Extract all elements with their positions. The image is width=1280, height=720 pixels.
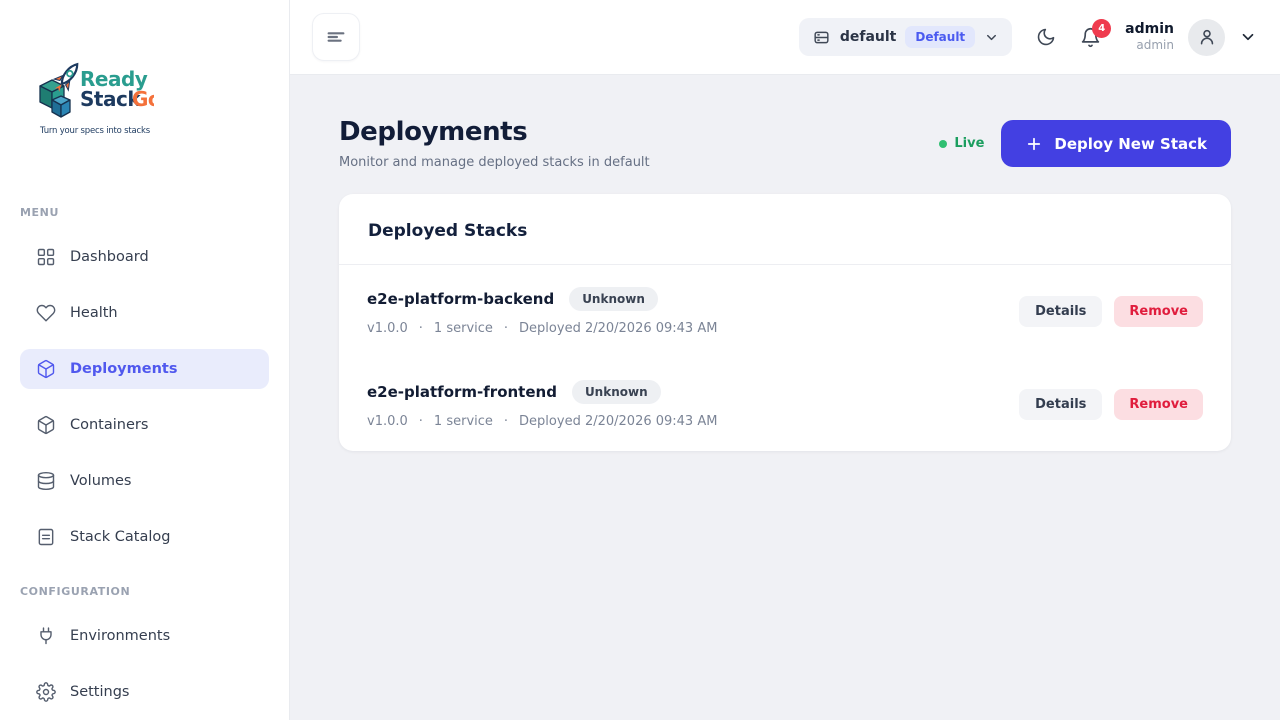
stack-services: 1 service [434,414,493,429]
stack-version: v1.0.0 [367,414,408,429]
meta-separator: · [419,414,423,429]
remove-button[interactable]: Remove [1114,389,1203,420]
details-button[interactable]: Details [1019,296,1102,327]
heart-icon [36,303,56,323]
cube-icon [36,359,56,379]
sidebar-section-menu: MENU [20,206,269,219]
stack-version: v1.0.0 [367,321,408,336]
stack-deployed-time: Deployed 2/20/2026 09:43 AM [519,414,717,429]
sidebar-item-label: Containers [70,417,148,433]
environment-selector[interactable]: default Default [799,18,1012,56]
stack-info: e2e-platform-frontend Unknown v1.0.0 · 1… [367,380,717,429]
grid-icon [36,247,56,267]
stack-status-badge: Unknown [569,287,658,311]
stack-meta: v1.0.0 · 1 service · Deployed 2/20/2026 … [367,321,717,336]
sidebar-item-stack-catalog[interactable]: Stack Catalog [20,517,269,557]
sidebar-item-label: Settings [70,684,129,700]
deploy-button-label: Deploy New Stack [1054,135,1207,153]
header-actions: Live Deploy New Stack [939,120,1231,167]
stack-actions: Details Remove [1019,389,1203,420]
user-name: admin [1125,21,1174,38]
sidebar-item-health[interactable]: Health [20,293,269,333]
topbar: default Default 4 admi [290,0,1280,75]
brand-word-go: Go [132,87,154,111]
page-header-text: Deployments Monitor and manage deployed … [339,117,650,170]
page-subtitle: Monitor and manage deployed stacks in de… [339,155,650,170]
stack-row: e2e-platform-backend Unknown v1.0.0 · 1 … [339,265,1231,358]
stack-row: e2e-platform-frontend Unknown v1.0.0 · 1… [339,358,1231,451]
stack-name: e2e-platform-frontend [367,383,557,401]
notification-count-badge: 4 [1092,19,1111,38]
notifications-button[interactable]: 4 [1080,27,1101,48]
sidebar-toggle-button[interactable] [312,13,360,61]
cube-icon [36,415,56,435]
server-icon [812,28,831,47]
main-area: default Default 4 admi [290,0,1280,720]
meta-separator: · [504,321,508,336]
sidebar-item-containers[interactable]: Containers [20,405,269,445]
meta-separator: · [419,321,423,336]
user-menu[interactable]: admin admin [1125,19,1257,56]
sidebar: Ready Stack Go Turn your specs into stac… [0,0,290,720]
environment-name: default [840,29,897,45]
stack-name: e2e-platform-backend [367,290,554,308]
sidebar-item-volumes[interactable]: Volumes [20,461,269,501]
catalog-icon [36,527,56,547]
sidebar-item-label: Volumes [70,473,131,489]
sidebar-item-environments[interactable]: Environments [20,616,269,656]
live-dot [939,140,947,148]
sidebar-item-label: Stack Catalog [70,529,170,545]
stack-deployed-time: Deployed 2/20/2026 09:43 AM [519,321,717,336]
sidebar-item-label: Dashboard [70,249,149,265]
brand-logo[interactable]: Ready Stack Go Turn your specs into stac… [36,60,156,136]
plus-icon [1025,135,1043,153]
page-header: Deployments Monitor and manage deployed … [339,117,1231,170]
sidebar-item-label: Environments [70,628,170,644]
database-icon [36,471,56,491]
live-label: Live [954,136,984,151]
sidebar-item-label: Deployments [70,361,177,377]
user-icon [1197,27,1217,47]
chevron-down-icon [984,30,999,45]
stack-actions: Details Remove [1019,296,1203,327]
sidebar-item-label: Health [70,305,118,321]
environment-default-badge: Default [905,26,975,48]
gear-icon [36,682,56,702]
brand-logo-graphic: Ready Stack Go [36,60,154,124]
stack-info: e2e-platform-backend Unknown v1.0.0 · 1 … [367,287,717,336]
user-info: admin admin [1125,21,1174,52]
deployed-stacks-card: Deployed Stacks e2e-platform-backend Unk… [339,194,1231,451]
stack-meta: v1.0.0 · 1 service · Deployed 2/20/2026 … [367,414,717,429]
details-button[interactable]: Details [1019,389,1102,420]
live-status: Live [939,136,984,151]
remove-button[interactable]: Remove [1114,296,1203,327]
stack-status-badge: Unknown [572,380,661,404]
chevron-down-icon[interactable] [1239,28,1257,46]
sidebar-item-deployments[interactable]: Deployments [20,349,269,389]
content-area: Deployments Monitor and manage deployed … [290,75,1280,720]
sidebar-section-configuration: CONFIGURATION [20,585,269,598]
menu-icon [325,26,347,48]
avatar[interactable] [1188,19,1225,56]
page-title: Deployments [339,117,650,147]
card-title: Deployed Stacks [339,194,1231,265]
plug-icon [36,626,56,646]
moon-icon [1036,27,1056,47]
brand-tagline: Turn your specs into stacks [36,126,154,136]
sidebar-item-settings[interactable]: Settings [20,672,269,712]
meta-separator: · [504,414,508,429]
user-role: admin [1125,38,1174,52]
dark-mode-toggle[interactable] [1036,27,1056,47]
stack-services: 1 service [434,321,493,336]
deploy-new-stack-button[interactable]: Deploy New Stack [1001,120,1231,167]
sidebar-item-dashboard[interactable]: Dashboard [20,237,269,277]
